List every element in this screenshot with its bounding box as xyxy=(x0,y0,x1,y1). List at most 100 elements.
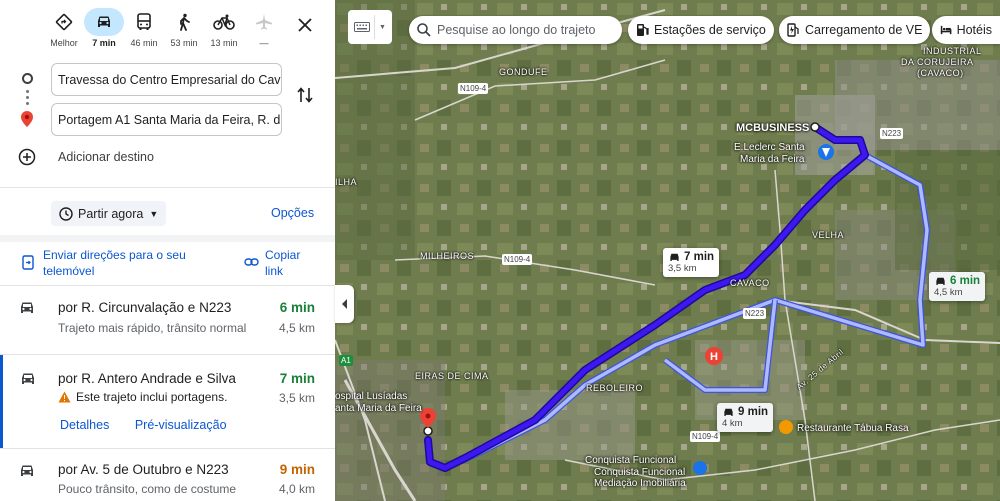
car-icon xyxy=(670,253,679,261)
poi-label[interactable]: E.Leclerc Santa xyxy=(734,142,805,153)
travel-mode-best[interactable]: Melhor xyxy=(44,8,84,56)
poi-label[interactable]: Conquista Funcional xyxy=(594,467,685,478)
keyboard-icon xyxy=(354,22,370,32)
route-callout-alt[interactable]: 9 min 4 km xyxy=(717,403,774,432)
copy-link-button[interactable]: Copiar link xyxy=(265,247,315,279)
poi-label[interactable]: MCBUSINESS xyxy=(736,122,809,134)
bus-icon xyxy=(124,8,164,36)
route-dots-icon xyxy=(26,90,29,108)
travel-mode-transit[interactable]: 46 min xyxy=(124,8,164,56)
ev-charging-icon xyxy=(787,23,799,37)
route-duration: 7 min xyxy=(279,371,315,386)
send-to-phone-icon xyxy=(22,255,34,270)
poi-label[interactable]: Restaurante Tábua Rasa xyxy=(797,423,909,434)
poi-label[interactable]: ospital Lusíadas xyxy=(335,391,407,402)
route-callout-primary[interactable]: 7 min 3,5 km xyxy=(663,248,720,277)
collapse-panel-button[interactable] xyxy=(335,285,354,323)
place-label: REBOLEIRO xyxy=(586,383,644,393)
travel-mode-car[interactable]: 7 min xyxy=(84,8,124,56)
directions-panel: Melhor 7 min 46 min 53 min 13 min — Trav… xyxy=(0,0,335,501)
swap-waypoints-button[interactable] xyxy=(296,86,314,109)
callout-time: 6 min xyxy=(934,275,980,287)
place-label: GONDUFE xyxy=(499,67,548,77)
caret-down-icon: ▼ xyxy=(379,23,386,31)
toll-warning: Este trajeto inclui portagens. xyxy=(58,390,227,404)
travel-mode-bar: Melhor 7 min 46 min 53 min 13 min — xyxy=(44,8,284,56)
route-duration: 9 min xyxy=(279,462,315,477)
caret-down-icon: ▼ xyxy=(149,208,159,219)
road-label: N109-4 xyxy=(458,83,489,94)
divider xyxy=(0,187,335,188)
callout-time: 7 min xyxy=(668,251,714,263)
warning-icon xyxy=(58,391,71,403)
car-icon xyxy=(936,277,945,285)
road-label: N223 xyxy=(880,128,904,139)
depart-time-dropdown[interactable]: Partir agora ▼ xyxy=(51,201,167,226)
place-label: (CAVACO) xyxy=(917,68,964,78)
callout-distance: 4,5 km xyxy=(934,287,963,298)
car-icon xyxy=(84,8,124,36)
place-label: ILHA xyxy=(335,177,358,187)
close-directions-button[interactable] xyxy=(294,14,316,36)
directions-diamond-icon xyxy=(44,8,84,36)
divider xyxy=(0,235,335,242)
add-destination-button[interactable]: Adicionar destino xyxy=(18,148,154,166)
send-to-phone-link[interactable]: Enviar direções para o seu telemóvel xyxy=(43,247,203,279)
route-description: Trajeto mais rápido, trânsito normal xyxy=(58,321,247,335)
swap-icon xyxy=(297,87,313,103)
place-label: MILHEIROS xyxy=(420,251,475,261)
search-icon xyxy=(417,23,431,37)
travel-mode-flight[interactable]: — xyxy=(244,8,284,56)
route-option[interactable]: por Av. 5 de Outubro e N223 Pouco trânsi… xyxy=(0,449,335,501)
input-tools-button[interactable]: ▼ xyxy=(348,10,392,44)
link-icon xyxy=(244,258,259,266)
route-callout-fastest[interactable]: 6 min 4,5 km xyxy=(929,272,986,301)
route-distance: 4,5 km xyxy=(278,321,315,335)
travel-mode-label: 53 min xyxy=(170,38,198,48)
route-option[interactable]: por R. Circunvalação e N223 Trajeto mais… xyxy=(0,286,335,354)
options-button[interactable]: Opções xyxy=(271,206,314,220)
clock-icon xyxy=(59,206,73,221)
place-label: CAVACO xyxy=(730,278,770,288)
travel-mode-label: Melhor xyxy=(50,38,78,48)
travel-mode-walk[interactable]: 53 min xyxy=(164,8,204,56)
chip-ev-charging[interactable]: Carregamento de VE xyxy=(779,16,931,44)
place-label: EIRAS DE CIMA xyxy=(415,371,489,381)
place-label: VELHA xyxy=(812,230,845,240)
chevron-left-icon xyxy=(341,299,347,309)
route-description: Pouco trânsito, como de costume xyxy=(58,482,237,496)
hotel-bed-icon xyxy=(940,25,952,35)
bicycle-icon xyxy=(204,8,244,36)
add-circle-icon xyxy=(18,148,36,166)
place-label: INDUSTRIAL xyxy=(923,46,982,56)
origin-input[interactable]: Travessa do Centro Empresarial do Cavaco xyxy=(51,63,282,96)
callout-distance: 4 km xyxy=(722,418,743,429)
car-icon xyxy=(724,408,733,416)
road-label: N223 xyxy=(743,308,767,319)
add-destination-label: Adicionar destino xyxy=(58,150,154,164)
share-row: Enviar direções para o seu telemóvel Cop… xyxy=(22,247,322,283)
road-label: A1 xyxy=(339,355,353,366)
poi-label[interactable]: anta Maria da Feira xyxy=(335,403,422,414)
svg-text:H: H xyxy=(710,351,718,363)
close-icon xyxy=(298,18,312,32)
search-along-route-input[interactable]: Pesquise ao longo do trajeto xyxy=(409,16,622,44)
route-option-selected[interactable]: por R. Antero Andrade e Silva Este traje… xyxy=(0,355,335,448)
travel-mode-bicycle[interactable]: 13 min xyxy=(204,8,244,56)
travel-mode-label: 7 min xyxy=(92,38,116,48)
poi-label[interactable]: Conquista Funcional xyxy=(585,455,676,466)
chip-gas-stations[interactable]: Estações de serviço xyxy=(628,16,774,44)
chip-hotels[interactable]: Hotéis xyxy=(932,16,1000,44)
route-links: Detalhes Pré-visualização xyxy=(60,418,249,432)
route-duration: 6 min xyxy=(279,300,315,315)
car-icon xyxy=(22,373,34,384)
destination-input[interactable]: Portagem A1 Santa Maria da Feira, R. da … xyxy=(51,103,282,136)
details-link[interactable]: Detalhes xyxy=(60,418,109,432)
poi-label[interactable]: Maria da Feira xyxy=(740,154,804,165)
route-distance: 3,5 km xyxy=(278,391,315,405)
map-view[interactable]: H GONDUFE MILHEIROS CAVACO VELHA EIRAS D… xyxy=(335,0,1000,501)
poi-label[interactable]: Mediação Imobiliária xyxy=(594,478,686,489)
callout-time: 9 min xyxy=(722,406,768,418)
origin-circle-icon xyxy=(22,73,33,84)
preview-link[interactable]: Pré-visualização xyxy=(135,418,227,432)
